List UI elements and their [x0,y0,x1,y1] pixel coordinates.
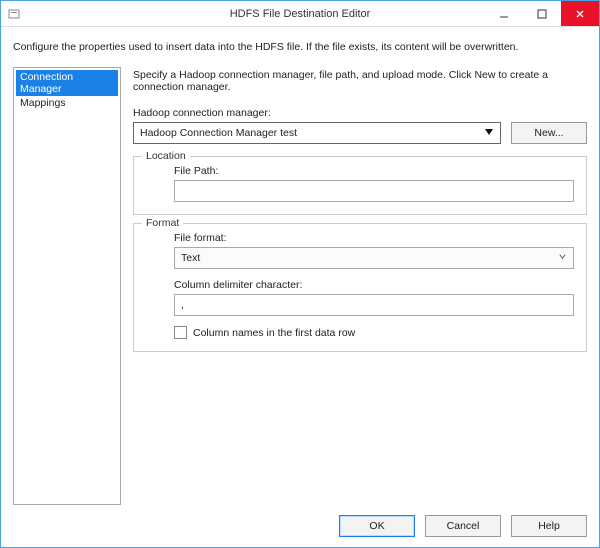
button-label: Cancel [447,520,480,532]
window-controls [485,1,599,26]
file-format-value: Text [181,252,200,264]
app-icon [7,7,21,21]
page-instruction: Specify a Hadoop connection manager, fil… [133,69,587,93]
title-bar: HDFS File Destination Editor [1,1,599,27]
file-format-select[interactable]: Text [174,247,574,269]
maximize-button[interactable] [523,1,561,26]
button-label: New... [534,127,563,139]
minimize-button[interactable] [485,1,523,26]
sidebar-item-label: Connection Manager [20,71,73,95]
chevron-down-icon [484,127,494,140]
sidebar-item-mappings[interactable]: Mappings [16,96,118,110]
column-names-label: Column names in the first data row [193,327,355,339]
file-format-label: File format: [174,232,574,244]
sidebar-item-label: Mappings [20,97,66,109]
ok-button[interactable]: OK [339,515,415,537]
sidebar-item-connection-manager[interactable]: Connection Manager [16,70,118,96]
location-group: Location File Path: [133,156,587,215]
dialog-description: Configure the properties used to insert … [13,37,587,67]
delimiter-input[interactable] [174,294,574,316]
close-button[interactable] [561,1,599,26]
file-path-label: File Path: [174,165,574,177]
client-area: Configure the properties used to insert … [1,27,599,547]
help-button[interactable]: Help [511,515,587,537]
file-path-input[interactable] [174,180,574,202]
button-label: OK [369,520,384,532]
dialog-hdfs-destination-editor: HDFS File Destination Editor Configure t… [0,0,600,548]
delimiter-label: Column delimiter character: [174,279,574,291]
format-legend: Format [142,217,183,229]
new-connection-button[interactable]: New... [511,122,587,144]
page-connection-manager: Specify a Hadoop connection manager, fil… [133,67,587,505]
cancel-button[interactable]: Cancel [425,515,501,537]
chevron-down-icon [558,252,567,264]
location-legend: Location [142,150,190,162]
column-names-checkbox[interactable] [174,326,187,339]
hadoop-conn-value: Hadoop Connection Manager test [140,127,297,139]
hadoop-conn-dropdown[interactable]: Hadoop Connection Manager test [133,122,501,144]
hadoop-conn-label: Hadoop connection manager: [133,107,587,119]
main-content: Connection Manager Mappings Specify a Ha… [13,67,587,505]
dialog-buttons: OK Cancel Help [13,505,587,537]
nav-side-panel: Connection Manager Mappings [13,67,121,505]
format-group: Format File format: Text Column delimite… [133,223,587,352]
button-label: Help [538,520,560,532]
